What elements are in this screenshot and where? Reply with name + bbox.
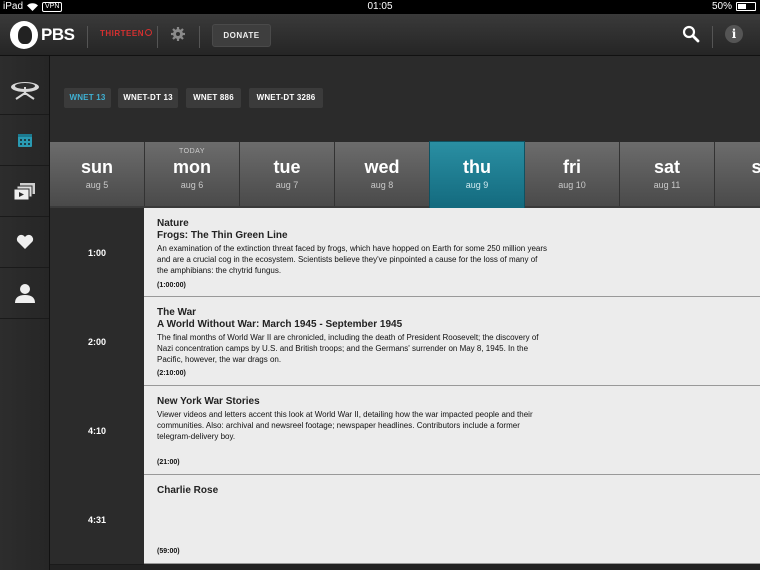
day-date: aug 9 <box>465 180 489 190</box>
day-tab-mon[interactable]: TODAY mon aug 6 <box>145 142 240 206</box>
listing-info: Nature Frogs: The Thin Green Line An exa… <box>144 208 760 296</box>
listing-info: The War A World Without War: March 1945 … <box>144 297 760 385</box>
station-logo-text: THIRTEEN <box>100 29 144 38</box>
station-logo[interactable]: THIRTEEN <box>100 29 152 38</box>
listing-duration: (1:00:00) <box>157 282 186 289</box>
top-bar: PBS THIRTEEN DONATE i <box>0 14 760 56</box>
listing-row[interactable]: 1:00 Nature Frogs: The Thin Green Line A… <box>50 208 760 298</box>
listing-info: Charlie Rose (59:00) <box>144 475 760 563</box>
listing-title: Nature <box>157 218 189 229</box>
day-date: aug 7 <box>275 180 299 190</box>
listing-time: 1:00 <box>50 208 144 298</box>
status-time: 01:05 <box>367 1 393 12</box>
day-name: mon <box>173 157 211 177</box>
day-tab-thu[interactable]: thu aug 9 <box>429 141 525 214</box>
day-name: tue <box>273 157 301 177</box>
battery-fill <box>738 4 746 9</box>
listing-info: New York War Stories Viewer videos and l… <box>144 386 760 474</box>
listing-episode: A World Without War: March 1945 - Septem… <box>157 319 403 330</box>
channel-tab[interactable]: WNET-DT 3286 <box>249 88 323 108</box>
listing-row[interactable]: 2:00 The War A World Without War: March … <box>50 297 760 387</box>
day-date: aug 8 <box>370 180 394 190</box>
listing-description: An examination of the extinction threat … <box>157 244 547 275</box>
video-stack-icon <box>13 183 35 200</box>
day-name: fri <box>563 157 581 177</box>
listing-title: New York War Stories <box>157 396 260 407</box>
station-logo-ring <box>145 29 152 36</box>
day-tab-sat[interactable]: sat aug 11 <box>620 142 715 206</box>
listing-description: The final months of World War II are chr… <box>157 333 539 364</box>
day-date: aug 6 <box>180 180 204 190</box>
divider <box>712 26 713 48</box>
channel-label: WNET-DT 3286 <box>256 93 316 102</box>
heart-icon <box>16 234 33 249</box>
day-selector: sun aug 5 TODAY mon aug 6 tue aug 7 wed … <box>50 141 760 214</box>
sidebar-item-stations[interactable] <box>0 64 49 115</box>
channel-tab[interactable]: WNET 13 <box>64 88 111 108</box>
sidebar-item-profile[interactable] <box>0 268 49 319</box>
listing-time: 4:31 <box>50 475 144 565</box>
day-tab-wed[interactable]: wed aug 8 <box>335 142 430 206</box>
day-name: su <box>751 157 760 177</box>
gear-icon[interactable] <box>170 26 186 42</box>
day-date: aug 10 <box>558 180 586 190</box>
pbs-head-icon <box>10 21 38 49</box>
listing-time: 4:10 <box>50 386 144 476</box>
pbs-logo[interactable]: PBS <box>10 21 75 49</box>
listing-duration: (2:10:00) <box>157 370 186 377</box>
listing-duration: (21:00) <box>157 459 180 466</box>
listing-row[interactable]: 4:31 Charlie Rose (59:00) <box>50 475 760 565</box>
day-tab-sun-next[interactable]: su <box>715 142 760 206</box>
info-icon[interactable]: i <box>725 25 743 43</box>
sidebar-item-videos[interactable] <box>0 166 49 217</box>
calendar-icon <box>17 134 32 147</box>
day-name: thu <box>463 157 491 177</box>
sidebar <box>0 56 50 570</box>
channel-tab[interactable]: WNET-DT 13 <box>118 88 178 108</box>
status-right: 50% <box>712 1 756 12</box>
person-icon <box>14 284 35 303</box>
channel-label: WNET 886 <box>193 93 234 102</box>
satellite-dish-icon <box>10 82 39 100</box>
divider <box>87 26 88 48</box>
channel-label: WNET-DT 13 <box>123 93 173 102</box>
listing-row[interactable]: 4:10 New York War Stories Viewer videos … <box>50 386 760 476</box>
divider <box>199 26 200 48</box>
today-label: TODAY <box>179 148 205 155</box>
day-tab-fri[interactable]: fri aug 10 <box>525 142 620 206</box>
listing-title: Charlie Rose <box>157 485 219 496</box>
status-bar: iPad VPN 01:05 50% <box>0 0 760 14</box>
day-date: aug 5 <box>85 180 109 190</box>
listing-title: The War <box>157 307 197 318</box>
day-name: sun <box>80 157 113 177</box>
day-name: wed <box>364 157 400 177</box>
schedule-list: 1:00 Nature Frogs: The Thin Green Line A… <box>50 208 760 570</box>
sidebar-item-schedule[interactable] <box>0 115 49 166</box>
battery-icon <box>736 2 756 11</box>
search-icon[interactable] <box>682 25 700 43</box>
battery-percent: 50% <box>711 1 732 12</box>
day-name: sat <box>653 157 680 177</box>
channel-label: WNET 13 <box>69 93 106 102</box>
listing-episode: Frogs: The Thin Green Line <box>157 230 288 241</box>
pbs-logo-text: PBS <box>41 25 75 44</box>
listing-description: Viewer videos and letters accent this lo… <box>157 410 533 441</box>
day-tab-sun[interactable]: sun aug 5 <box>50 142 145 206</box>
listing-time: 2:00 <box>50 297 144 387</box>
sidebar-item-favorites[interactable] <box>0 217 49 268</box>
day-date: aug 11 <box>653 180 681 190</box>
divider <box>157 26 158 48</box>
channel-bar: WNET 13 WNET-DT 13 WNET 886 WNET-DT 3286 <box>50 56 760 142</box>
channel-tab[interactable]: WNET 886 <box>186 88 241 108</box>
donate-button[interactable]: DONATE <box>212 24 271 47</box>
listing-duration: (59:00) <box>157 548 180 555</box>
day-tab-tue[interactable]: tue aug 7 <box>240 142 335 206</box>
